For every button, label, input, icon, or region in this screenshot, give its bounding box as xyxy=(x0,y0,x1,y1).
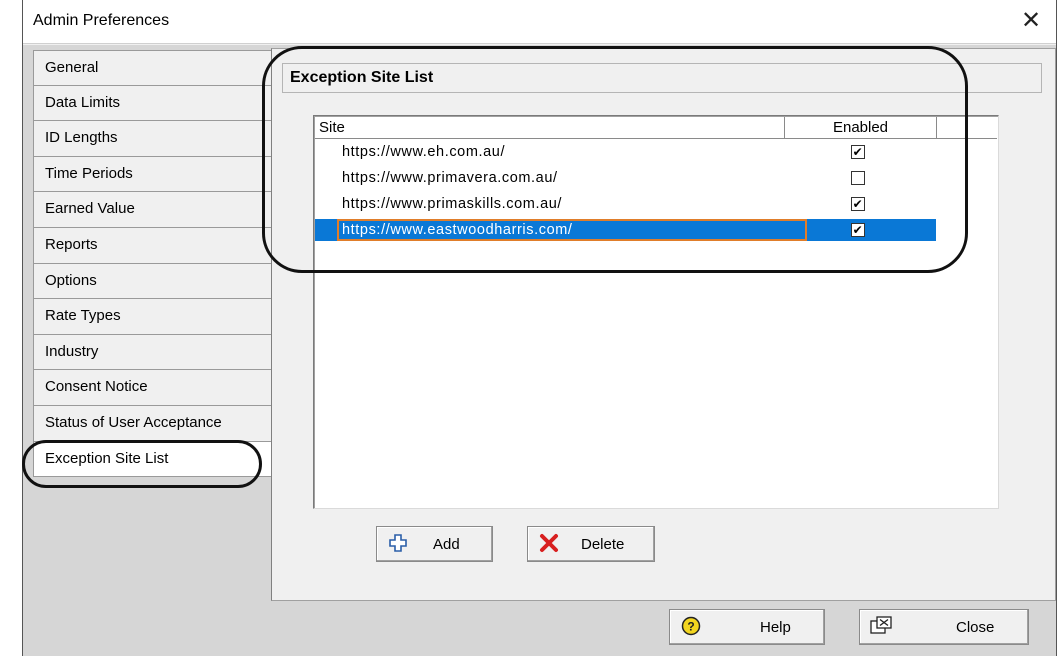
close-button-label: Close xyxy=(956,619,995,636)
close-window-icon xyxy=(870,616,892,638)
exception-site-list-panel: Exception Site List Site Enabled https:/… xyxy=(271,48,1056,601)
tab-label: Industry xyxy=(45,342,99,360)
tab-label: ID Lengths xyxy=(45,129,118,147)
tab-label: Exception Site List xyxy=(45,449,169,467)
column-header-site[interactable]: Site xyxy=(315,117,785,139)
title-bar: Admin Preferences ✕ xyxy=(23,0,1056,44)
site-row[interactable]: https://www.primavera.com.au/ xyxy=(315,167,936,189)
admin-preferences-window: Admin Preferences ✕ General Data Limits … xyxy=(22,0,1057,656)
tab-label: Status of User Acceptance xyxy=(45,413,222,431)
site-row-selected[interactable]: https://www.eastwoodharris.com/ ✔ xyxy=(315,219,936,241)
tab-label: Rate Types xyxy=(45,307,121,325)
enabled-checkbox[interactable]: ✔ xyxy=(851,145,865,159)
tab-label: Data Limits xyxy=(45,93,121,111)
tab-id-lengths[interactable]: ID Lengths xyxy=(33,121,273,157)
tab-options[interactable]: Options xyxy=(33,263,273,300)
tab-time-periods[interactable]: Time Periods xyxy=(33,156,273,193)
window-close-icon[interactable]: ✕ xyxy=(1018,7,1044,35)
preferences-tab-list: General Data Limits ID Lengths Time Peri… xyxy=(33,50,276,478)
close-button[interactable]: Close xyxy=(859,609,1029,645)
tab-label: Options xyxy=(45,271,97,289)
svg-text:?: ? xyxy=(687,620,694,634)
question-circle-icon: ? xyxy=(680,616,702,638)
tab-consent-notice[interactable]: Consent Notice xyxy=(33,370,273,406)
column-header-filler xyxy=(937,117,997,139)
site-list[interactable]: Site Enabled https://www.eh.com.au/ ✔ ht… xyxy=(313,115,999,509)
tab-exception-site-list[interactable]: Exception Site List xyxy=(33,441,276,478)
site-url: https://www.primaskills.com.au/ xyxy=(342,196,563,212)
help-button-label: Help xyxy=(760,619,791,636)
panel-header: Exception Site List xyxy=(282,63,1042,93)
add-button-label: Add xyxy=(433,536,460,553)
red-x-icon xyxy=(538,533,560,555)
enabled-checkbox[interactable]: ✔ xyxy=(851,197,865,211)
tab-reports[interactable]: Reports xyxy=(33,227,273,264)
tab-label: Time Periods xyxy=(45,164,133,182)
tab-earned-value[interactable]: Earned Value xyxy=(33,192,273,228)
panel-title: Exception Site List xyxy=(290,69,434,86)
delete-button[interactable]: Delete xyxy=(527,526,655,562)
window-title: Admin Preferences xyxy=(33,12,170,29)
plus-outline-icon xyxy=(387,533,409,555)
site-url: https://www.eh.com.au/ xyxy=(342,144,506,160)
tab-rate-types[interactable]: Rate Types xyxy=(33,299,273,335)
site-row[interactable]: https://www.primaskills.com.au/ ✔ xyxy=(315,193,936,215)
enabled-checkbox[interactable] xyxy=(851,171,865,185)
tab-label: Consent Notice xyxy=(45,378,148,396)
tab-label: General xyxy=(45,59,99,76)
dialog-client-area: General Data Limits ID Lengths Time Peri… xyxy=(23,45,1056,656)
tab-data-limits[interactable]: Data Limits xyxy=(33,85,273,122)
tab-label: Earned Value xyxy=(45,200,135,218)
tab-status-of-user-acceptance[interactable]: Status of User Acceptance xyxy=(33,405,273,442)
tab-general[interactable]: General xyxy=(33,50,273,86)
enabled-checkbox[interactable]: ✔ xyxy=(851,223,865,237)
help-button[interactable]: ? Help xyxy=(669,609,825,645)
column-header-enabled[interactable]: Enabled xyxy=(785,117,937,139)
add-button[interactable]: Add xyxy=(376,526,493,562)
tab-label: Reports xyxy=(45,235,98,253)
site-url: https://www.primavera.com.au/ xyxy=(342,170,558,186)
site-url: https://www.eastwoodharris.com/ xyxy=(342,222,573,238)
delete-button-label: Delete xyxy=(581,536,625,553)
tab-industry[interactable]: Industry xyxy=(33,334,273,371)
site-row[interactable]: https://www.eh.com.au/ ✔ xyxy=(315,141,936,163)
